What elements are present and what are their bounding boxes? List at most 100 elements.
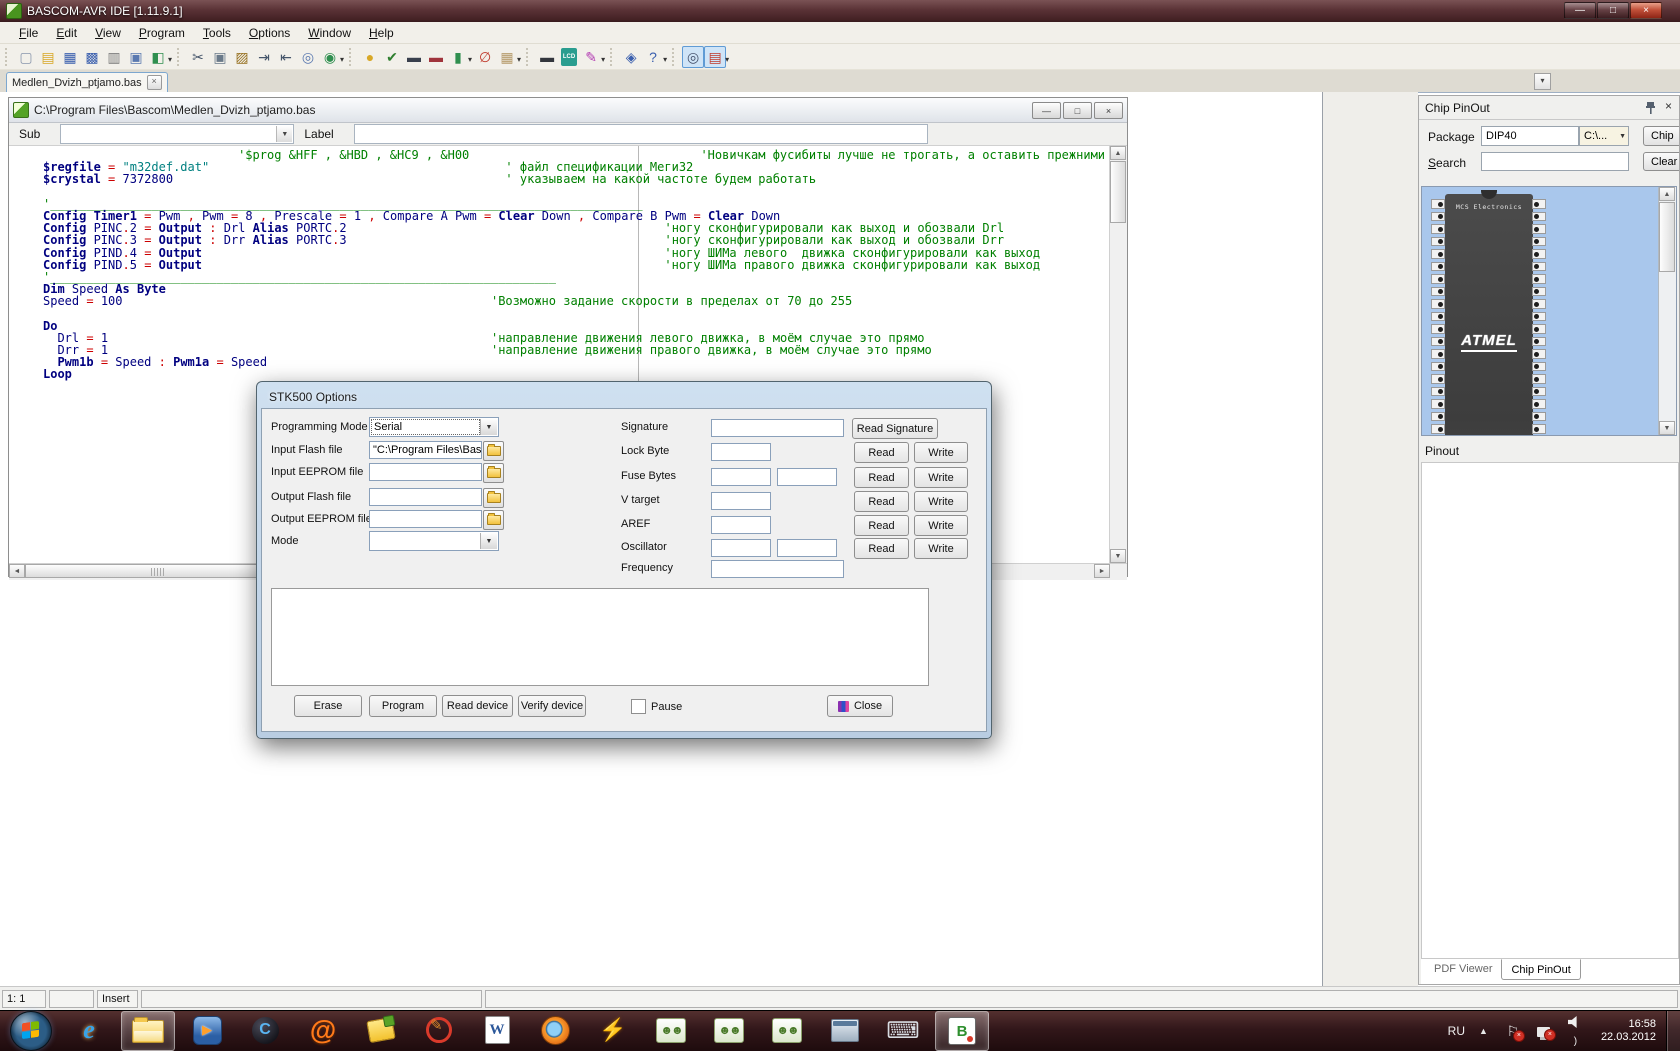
dropdown-arrow-icon[interactable]: ▾ [468,55,472,64]
drawing-app-button[interactable] [413,1011,465,1049]
output-flash-file-input[interactable] [369,488,482,506]
read-button-4[interactable]: Read [854,515,909,536]
firefox-button[interactable] [529,1011,581,1049]
erase-button[interactable]: Erase [294,695,362,717]
output-eeprom-file-input[interactable] [369,510,482,528]
input-eeprom-file-input[interactable] [369,463,482,481]
dropdown-arrow-icon[interactable]: ▾ [517,55,521,64]
code-area[interactable]: '$prog &HFF , &HBD , &HC9 , &H00 'Новичк… [9,149,1105,381]
browse-folder-button[interactable] [483,510,504,530]
chip-view-scrollbar[interactable]: ▲ ▼ [1658,187,1676,435]
scroll-left-icon[interactable]: ◄ [9,564,25,578]
tab-list-button[interactable]: ▾ [1534,73,1551,90]
oscillator-field[interactable] [711,539,771,557]
media-player-button[interactable]: ▶ [181,1011,233,1049]
hidden-icons-arrow[interactable]: ▲ [1479,1026,1488,1036]
blue-c-app-button[interactable]: C [239,1011,291,1049]
program-chip-button[interactable]: ▬ [425,46,447,68]
copy-button[interactable]: ▣ [209,46,231,68]
internet-explorer-button[interactable]: e [63,1011,115,1049]
package-field[interactable]: DIP40 [1481,126,1579,146]
browse-folder-button[interactable] [483,488,504,508]
print-button[interactable]: ▥ [103,46,125,68]
calculator-button[interactable]: ▦ [496,46,518,68]
menu-edit[interactable]: Edit [47,24,86,42]
syntax-check-button[interactable]: ✔ [381,46,403,68]
dialog-titlebar[interactable]: STK500 Options [261,386,987,408]
read-button-5[interactable]: Read [854,538,909,559]
window-app-button[interactable] [819,1011,871,1049]
sub-combo[interactable]: ▼ [60,124,294,144]
read-device-button[interactable]: Read device [442,695,513,717]
fuse-bytes-field-2[interactable] [777,468,837,486]
horizontal-scroll-thumb[interactable] [25,564,291,578]
dropdown-arrow-icon[interactable]: ▾ [725,55,729,64]
editor-titlebar[interactable]: C:\Program Files\Bascom\Medlen_Dvizh_ptj… [9,98,1127,123]
frequency-field[interactable] [711,560,844,578]
minimize-button[interactable]: — [1564,2,1596,19]
indent-button[interactable]: ⇥ [253,46,275,68]
read-button-1[interactable]: Read [854,442,909,463]
scroll-right-icon[interactable]: ► [1094,564,1110,578]
v-target-field[interactable] [711,492,771,510]
chevron-down-icon[interactable]: ▼ [480,533,497,549]
search-input[interactable] [1481,152,1629,171]
verify-device-button[interactable]: Verify device [518,695,586,717]
close-button[interactable]: × [1630,2,1662,19]
network-icon[interactable]: × [1535,1023,1553,1039]
write-button-2[interactable]: Write [914,467,968,488]
close-dialog-button[interactable]: Close [827,695,893,717]
chevron-down-icon[interactable]: ▼ [276,126,292,142]
scroll-down-icon[interactable]: ▼ [1659,421,1675,435]
editor-restore-button[interactable]: □ [1063,102,1092,119]
editor-close-button[interactable]: × [1094,102,1123,119]
lightning-app-button[interactable]: ⚡ [587,1011,639,1049]
tab-close-icon[interactable]: × [147,75,162,90]
read-signature-button-0[interactable]: Read Signature [852,418,938,439]
menu-program[interactable]: Program [130,24,194,42]
editor-minimize-button[interactable]: — [1032,102,1061,119]
label-combo[interactable] [354,124,928,144]
read-button-3[interactable]: Read [854,491,909,512]
dialog-output-area[interactable] [271,588,929,686]
action-center-flag-icon[interactable]: ⚐× [1504,1023,1522,1040]
mode-combo[interactable]: ▼ [369,531,499,551]
graphic-wizard-button[interactable]: ✎ [580,46,602,68]
input-flash-file-input[interactable]: "C:\Program Files\Basc [369,441,482,459]
pin-icon[interactable] [1645,101,1655,114]
pdf-viewer-button[interactable]: ▤ [704,46,726,68]
browse-folder-button[interactable] [483,463,504,483]
menu-view[interactable]: View [86,24,130,42]
bascom-avr-taskbar-button[interactable]: B [935,1011,989,1051]
panel-close-icon[interactable]: × [1665,99,1672,113]
print-preview-button[interactable]: ▣ [125,46,147,68]
write-button-4[interactable]: Write [914,515,968,536]
dropdown-arrow-icon[interactable]: ▾ [168,55,172,64]
lcd-designer-button[interactable]: LCD [558,46,580,68]
compile-button[interactable]: ● [359,46,381,68]
help-button[interactable]: ? [642,46,664,68]
signature-field[interactable] [711,419,844,437]
new-file-button[interactable]: ▢ [15,46,37,68]
info-button[interactable]: ◈ [620,46,642,68]
aref-field[interactable] [711,516,771,534]
keyboard-app-button[interactable]: ⌨ [877,1011,929,1049]
start-button[interactable] [10,1011,52,1051]
fuse-bytes-field[interactable] [711,468,771,486]
chip-scroll-thumb[interactable] [1659,202,1675,272]
unindent-button[interactable]: ⇤ [275,46,297,68]
oscillator-field-2[interactable] [777,539,837,557]
find-button[interactable]: ◎ [297,46,319,68]
contacts-app-2-button[interactable]: ☻☻ [703,1011,755,1049]
terminal-button[interactable]: ▮ [447,46,469,68]
dropdown-arrow-icon[interactable]: ▾ [663,55,667,64]
clear-button[interactable]: Clear [1643,152,1680,171]
volume-icon[interactable]: ) [1566,1015,1584,1047]
mail-cards-button[interactable] [355,1011,407,1049]
programming-mode-combo[interactable]: Serial▼ [369,417,499,437]
tab-pdf-viewer[interactable]: PDF Viewer [1425,959,1501,980]
windows-explorer-button[interactable] [121,1011,175,1051]
word-button[interactable]: W [471,1011,523,1049]
dropdown-arrow-icon[interactable]: ▾ [601,55,605,64]
simulator-button[interactable]: ▬ [403,46,425,68]
